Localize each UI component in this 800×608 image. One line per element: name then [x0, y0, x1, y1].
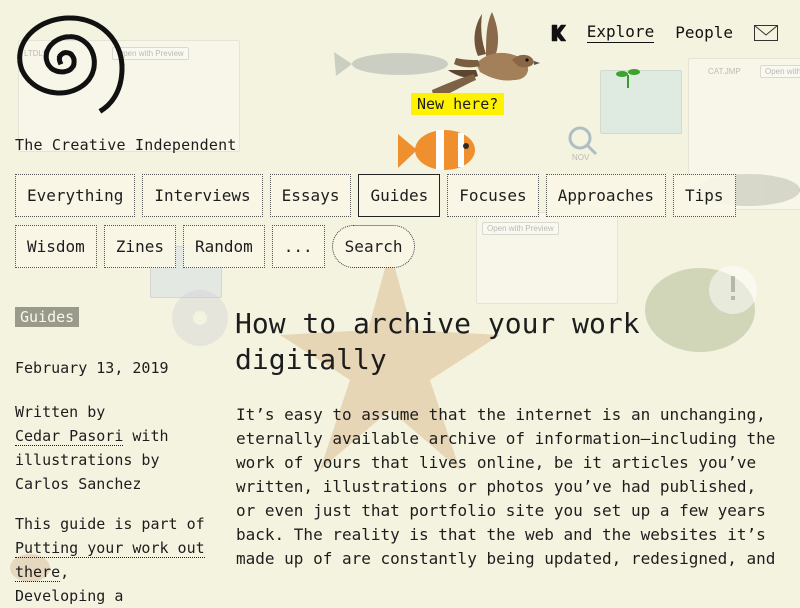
guide-separator: ,	[60, 563, 70, 581]
background-screen-thumb	[600, 70, 682, 134]
category-badge[interactable]: Guides	[15, 307, 80, 327]
tab-guides[interactable]: Guides	[358, 174, 441, 217]
article-body: It’s easy to assume that the internet is…	[236, 405, 776, 568]
tab-wisdom[interactable]: Wisdom	[15, 225, 97, 268]
tab-everything[interactable]: Everything	[15, 174, 136, 217]
magnifier-decoration	[568, 126, 598, 156]
tab-approaches[interactable]: Approaches	[545, 174, 667, 217]
nav-link-explore[interactable]: Explore	[586, 22, 655, 43]
publish-date: February 13, 2019	[15, 359, 169, 377]
tab-essays[interactable]: Essays	[269, 174, 352, 217]
clownfish-decoration	[398, 130, 475, 170]
seedling-decoration	[616, 69, 640, 88]
tab-random[interactable]: Random	[182, 225, 265, 268]
kickstarter-icon[interactable]	[549, 24, 567, 42]
illustrator-name: Carlos Sanchez	[15, 475, 142, 493]
guide-link-putting-your-work-out-there[interactable]: Putting your work out there	[15, 539, 205, 582]
guide-part-rest[interactable]: Developing a	[15, 587, 123, 605]
site-title[interactable]: The Creative Independent	[15, 136, 237, 154]
guide-part-prefix: This guide is part of	[15, 515, 205, 533]
tab-focuses[interactable]: Focuses	[447, 174, 539, 217]
background-window	[476, 212, 618, 304]
background-file-label: NOV	[572, 153, 590, 162]
byline: Written by Cedar Pasori with illustratio…	[15, 400, 215, 496]
category-tabs-row-2: Wisdom Zines Random ... Search	[15, 225, 422, 268]
background-open-with-preview-button: Open with Preview	[760, 65, 800, 78]
tab-tips[interactable]: Tips	[673, 174, 736, 217]
tab-interviews[interactable]: Interviews	[142, 174, 263, 217]
guide-series-note: This guide is part of Putting your work …	[15, 512, 215, 608]
tab-more[interactable]: ...	[271, 225, 325, 268]
mail-icon[interactable]	[754, 24, 778, 41]
new-here-button[interactable]: New here?	[411, 93, 505, 115]
tab-zines[interactable]: Zines	[103, 225, 176, 268]
search-button[interactable]: Search	[331, 225, 416, 268]
top-navigation: Explore People	[549, 22, 778, 43]
author-link[interactable]: Cedar Pasori	[15, 427, 124, 446]
site-logo-spiral[interactable]	[14, 14, 128, 114]
cd-decoration	[172, 290, 228, 346]
background-file-label: CAT.JMP	[708, 67, 741, 76]
category-tabs-row-1: Everything Interviews Essays Guides Focu…	[15, 174, 743, 217]
nav-link-people[interactable]: People	[675, 23, 733, 42]
article-title: How to archive your work digitally	[235, 307, 640, 376]
background-open-with-preview-button: Open with Preview	[482, 222, 559, 235]
written-by-label: Written by	[15, 403, 106, 421]
